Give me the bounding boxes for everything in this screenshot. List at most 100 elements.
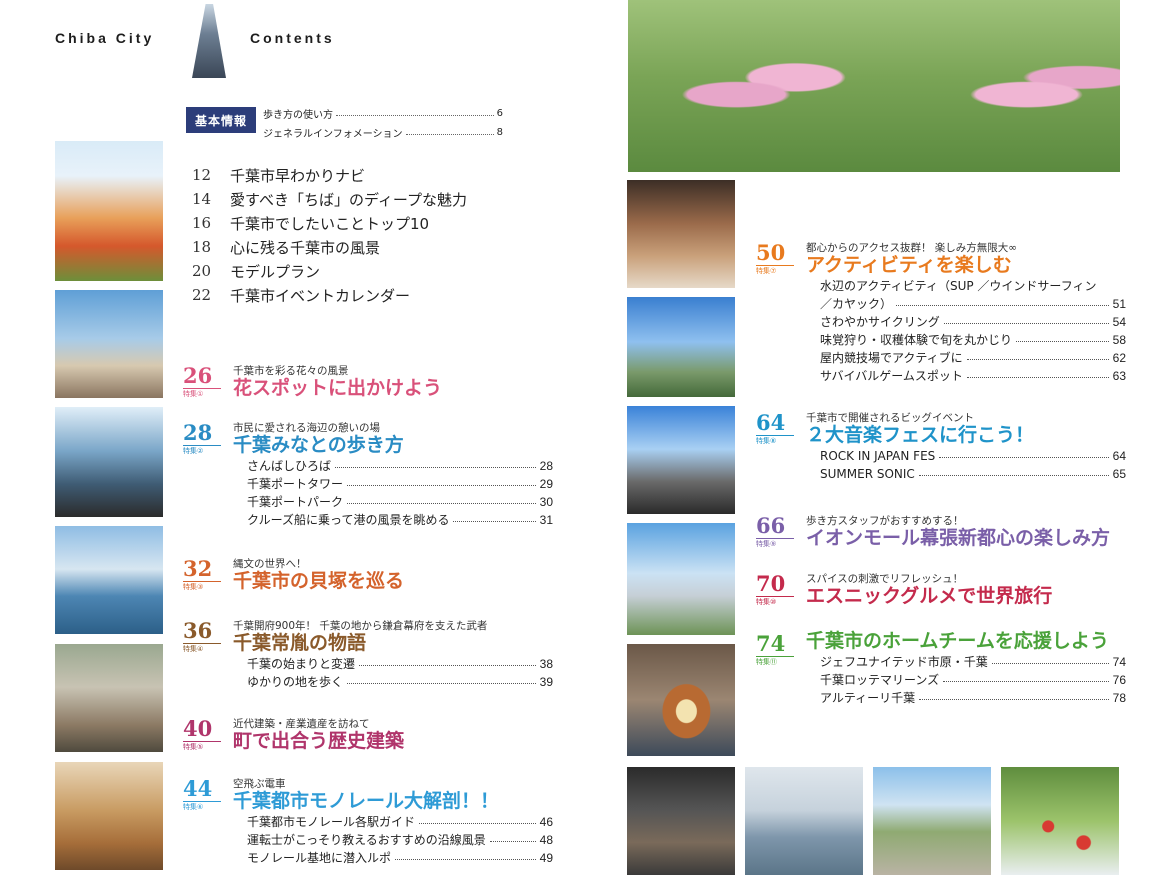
section-item-page: 28: [539, 458, 553, 473]
header-contents: Contents: [250, 30, 335, 46]
section-title[interactable]: ２大音楽フェスに行こう！: [806, 424, 1126, 447]
quick-nav-item[interactable]: 12 千葉市早わかりナビ: [192, 163, 492, 187]
leader-dots: [896, 305, 1109, 307]
section-item[interactable]: ゆかりの地を歩く 39: [247, 673, 553, 691]
section-number-rule: [183, 801, 221, 802]
tower-image: [192, 4, 226, 78]
section-feature-tag: 特集②: [183, 447, 204, 455]
quick-nav-item[interactable]: 18 心に残る千葉市の風景: [192, 235, 492, 259]
section-item[interactable]: クルーズ船に乗って港の風景を眺める 31: [247, 511, 553, 529]
section-number-rule: [183, 388, 221, 389]
basic-info-label: ジェネラルインフォメーション: [263, 129, 403, 140]
section-item[interactable]: 屋内競技場でアクティブに 62: [820, 349, 1126, 367]
section-body: 千葉市のホームチームを応援しよう ジェフユナイテッド市原・千葉 74 千葉ロッテマリー…: [806, 630, 1126, 707]
section-feature-tag: 特集⑤: [183, 743, 204, 751]
quick-nav-num: 18: [192, 238, 212, 256]
section-item[interactable]: さわやかサイクリング 54: [820, 313, 1126, 331]
section-number-rule: [183, 643, 221, 644]
brick-hall-photo: [627, 180, 735, 288]
section-item-label: ジェフユナイテッド市原・千葉: [820, 655, 988, 670]
section-item[interactable]: 運転士がこっそり教えるおすすめの沿線風景 48: [247, 831, 553, 849]
section-body: 千葉市を彩る花々の風景 花スポットに出かけよう: [233, 363, 483, 400]
section-item[interactable]: モノレール基地に潜入ルポ 49: [247, 849, 553, 867]
leader-dots: [939, 457, 1109, 459]
section-title[interactable]: 千葉常胤の物語: [233, 632, 553, 655]
section-number-rule: [183, 581, 221, 582]
section-number-box: 66 特集⑨: [756, 515, 794, 548]
basic-info-tag: 基本情報: [186, 107, 256, 133]
basic-info-row[interactable]: 歩き方の使い方 6: [263, 106, 503, 121]
section-item-label: 千葉都市モノレール各駅ガイド: [247, 815, 416, 830]
quick-nav-item[interactable]: 14 愛すべき「ちば」のディープな魅力: [192, 187, 492, 211]
section-body: 空飛ぶ電車 千葉都市モノレール大解剖！！ 千葉都市モノレール各駅ガイド 46 運転士がこ…: [233, 776, 553, 867]
section-title[interactable]: 千葉みなとの歩き方: [233, 434, 553, 457]
section-item[interactable]: 水辺のアクティビティ（SUP ／ウインドサーフィン: [820, 277, 1126, 295]
section-title[interactable]: エスニックグルメで世界旅行: [806, 585, 1126, 608]
leader-dots: [347, 503, 536, 505]
monorail-photo: [627, 297, 735, 397]
section-item[interactable]: SUMMER SONIC 65: [820, 465, 1126, 483]
leader-dots: [991, 663, 1109, 665]
section-item[interactable]: 千葉の始まりと変遷 38: [247, 655, 553, 673]
section-number-box: 36 特集④: [183, 620, 221, 653]
cruise-photo: [55, 526, 163, 634]
quick-nav-item[interactable]: 16 千葉市でしたいことトップ10: [192, 211, 492, 235]
leader-dots: [453, 521, 536, 523]
section-item-page: 58: [1112, 332, 1126, 347]
section-number-box: 64 特集⑧: [756, 412, 794, 445]
quick-nav-label: 千葉市早わかりナビ: [230, 166, 366, 185]
section-item-page: 51: [1112, 296, 1126, 311]
statue-photo: [55, 644, 163, 752]
section-item-label: クルーズ船に乗って港の風景を眺める: [247, 513, 450, 528]
quick-nav-num: 14: [192, 190, 212, 208]
section-item-label: モノレール基地に潜入ルポ: [247, 851, 392, 866]
quick-nav-item[interactable]: 20 モデルプラン: [192, 259, 492, 283]
section-number: 40: [183, 716, 213, 741]
section-item[interactable]: ROCK IN JAPAN FES 64: [820, 447, 1126, 465]
quick-nav-item[interactable]: 22 千葉市イベントカレンダー: [192, 283, 492, 307]
section-lead: 近代建築・産業遺産を訪ねて: [233, 718, 370, 730]
section-body: 縄文の世界へ！ 千葉市の貝塚を巡る: [233, 556, 483, 593]
quick-nav-label: 千葉市イベントカレンダー: [230, 286, 411, 305]
strawberry-photo: [1001, 767, 1119, 875]
section-item[interactable]: 千葉ポートパーク 30: [247, 493, 553, 511]
section-title[interactable]: アクティビティを楽しむ: [806, 254, 1126, 277]
section-item[interactable]: ／カヤック） 51: [820, 295, 1126, 313]
section-item-label: 運転士がこっそり教えるおすすめの沿線風景: [247, 833, 486, 848]
section-number-box: 44 特集⑥: [183, 778, 221, 811]
section-item[interactable]: 味覚狩り・収穫体験で旬を丸かじり 58: [820, 331, 1126, 349]
section-feature-tag: 特集⑨: [756, 540, 777, 548]
section-title[interactable]: 花スポットに出かけよう: [233, 377, 483, 400]
basic-info-row[interactable]: ジェネラルインフォメーション 8: [263, 125, 503, 140]
section-title[interactable]: 千葉市のホームチームを応援しよう: [806, 630, 1126, 653]
quick-nav-num: 16: [192, 214, 212, 232]
section-title[interactable]: 千葉都市モノレール大解剖！！: [233, 790, 553, 813]
section-number-box: 70 特集⑩: [756, 573, 794, 606]
leader-dots: [347, 683, 536, 685]
music-fes-photo: [627, 406, 735, 514]
section-lead: 都心からのアクセス抜群！ 楽しみ方無限大∞: [806, 242, 1018, 254]
section-title[interactable]: イオンモール幕張新都心の楽しみ方: [806, 527, 1126, 550]
header-brand: Chiba City: [55, 30, 155, 46]
section-number-box: 26 特集①: [183, 365, 221, 398]
section-item-label: 水辺のアクティビティ（SUP ／ウインドサーフィン: [820, 279, 1097, 294]
section-title[interactable]: 千葉市の貝塚を巡る: [233, 570, 483, 593]
section-item[interactable]: アルティーリ千葉 78: [820, 689, 1126, 707]
port-tower-photo: [55, 407, 163, 517]
section-item-label: 千葉の始まりと変遷: [247, 657, 356, 672]
section-title[interactable]: 町で出合う歴史建築: [233, 730, 483, 753]
section-item[interactable]: 千葉ポートタワー 29: [247, 475, 553, 493]
section-item[interactable]: 千葉ロッテマリーンズ 76: [820, 671, 1126, 689]
section-number-box: 40 特集⑤: [183, 718, 221, 751]
warrior-statue-photo: [55, 762, 163, 870]
section-number-rule: [756, 538, 794, 539]
section-lead: スパイスの刺激でリフレッシュ！: [806, 573, 964, 585]
section-item[interactable]: サバイバルゲームスポット 63: [820, 367, 1126, 385]
quick-nav-label: モデルプラン: [230, 262, 321, 281]
section-feature-tag: 特集④: [183, 645, 204, 653]
section-item[interactable]: 千葉都市モノレール各駅ガイド 46: [247, 813, 553, 831]
section-item[interactable]: ジェフユナイテッド市原・千葉 74: [820, 653, 1126, 671]
section-item[interactable]: さんばしひろば 28: [247, 457, 553, 475]
section-item-label: さんばしひろば: [247, 459, 332, 474]
quick-nav-num: 20: [192, 262, 212, 280]
